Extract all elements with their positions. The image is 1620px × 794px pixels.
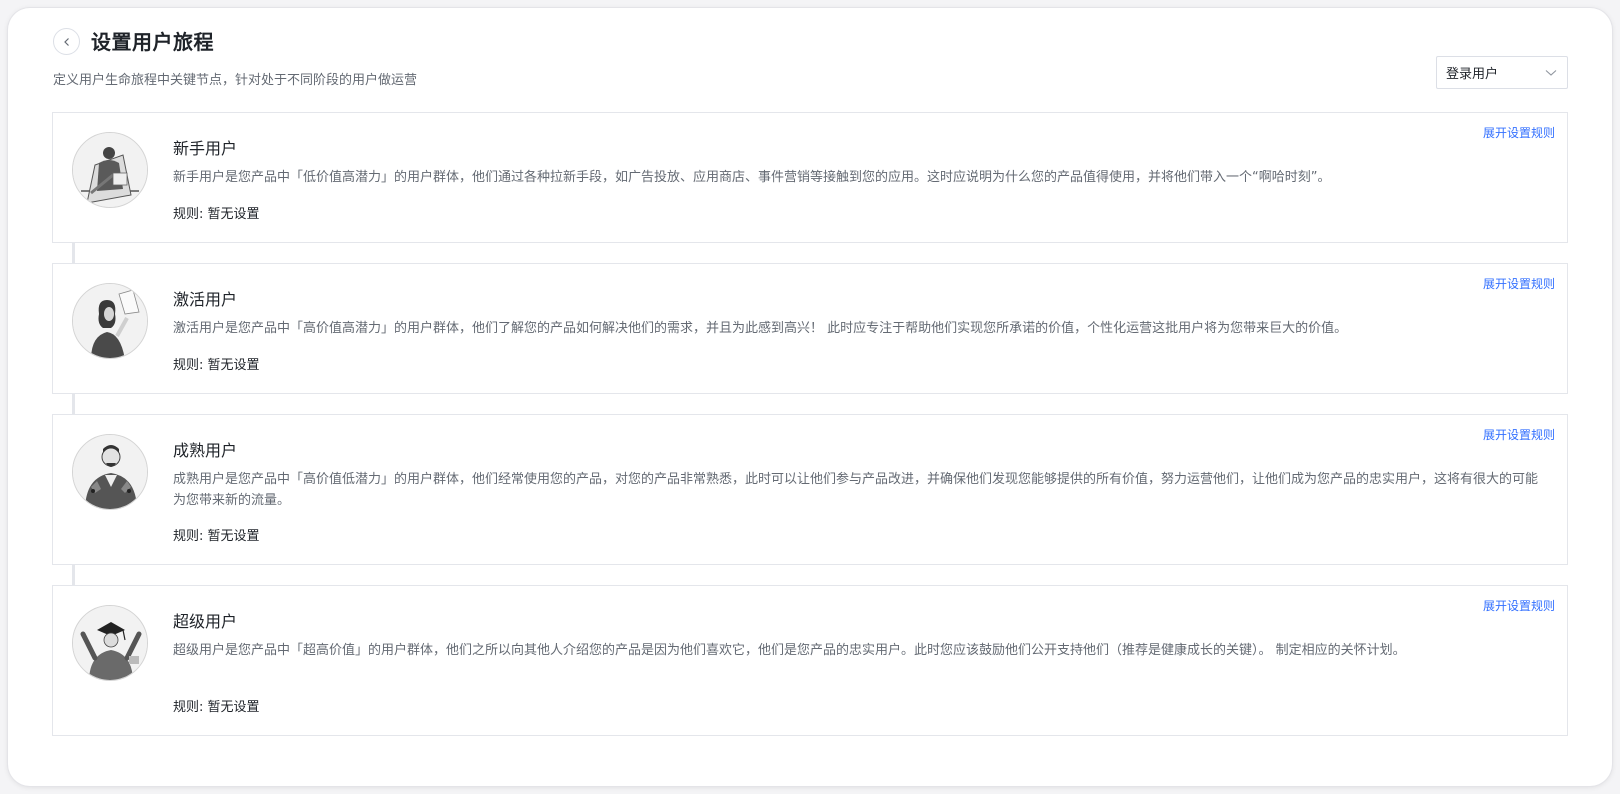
back-button[interactable]: [53, 28, 80, 55]
expand-rules-link[interactable]: 展开设置规则: [1483, 275, 1555, 292]
stage-card-activated: 激活用户 激活用户是您产品中「高价值高潜力」的用户群体，他们了解您的产品如何解决…: [52, 263, 1568, 394]
stage-name: 激活用户: [173, 290, 238, 309]
super-illustration: [72, 605, 148, 681]
page-title: 设置用户旅程: [91, 30, 214, 54]
expand-rules-link[interactable]: 展开设置规则: [1483, 597, 1555, 614]
page-subtitle: 定义用户生命旅程中关键节点，针对处于不同阶段的用户做运营: [53, 73, 418, 88]
user-type-select-value: 登录用户: [1446, 67, 1499, 82]
stage-rule: 规则: 暂无设置: [173, 358, 260, 373]
stage-connector: [72, 565, 75, 585]
stage-name: 超级用户: [173, 612, 238, 631]
stage-connector: [72, 394, 75, 414]
expand-rules-link[interactable]: 展开设置规则: [1483, 426, 1555, 443]
journey-settings-panel: 设置用户旅程 定义用户生命旅程中关键节点，针对处于不同阶段的用户做运营 登录用户: [8, 8, 1612, 786]
mature-illustration: [72, 434, 148, 510]
stage-description: 激活用户是您产品中「高价值高潜力」的用户群体，他们了解您的产品如何解决他们的需求…: [173, 321, 1348, 336]
stage-rule: 规则: 暂无设置: [173, 529, 260, 544]
expand-rules-link[interactable]: 展开设置规则: [1483, 124, 1555, 141]
chevron-left-icon: [63, 37, 69, 46]
activated-illustration: [72, 283, 148, 359]
stage-description: 超级用户是您产品中「超高价值」的用户群体，他们之所以向其他人介绍您的产品是因为他…: [173, 643, 1406, 658]
stage-description: 新手用户是您产品中「低价值高潜力」的用户群体，他们通过各种拉新手段，如广告投放、…: [173, 170, 1331, 185]
stage-rule: 规则: 暂无设置: [173, 207, 260, 222]
stage-name: 新手用户: [173, 139, 238, 158]
stage-rule: 规则: 暂无设置: [173, 700, 260, 715]
user-type-select[interactable]: 登录用户: [1436, 56, 1568, 89]
stage-name: 成熟用户: [173, 441, 238, 460]
stage-card-newbie: 新手用户 新手用户是您产品中「低价值高潜力」的用户群体，他们通过各种拉新手段，如…: [52, 112, 1568, 243]
journey-stage-list: 新手用户 新手用户是您产品中「低价值高潜力」的用户群体，他们通过各种拉新手段，如…: [52, 112, 1568, 736]
chevron-down-icon: [1545, 69, 1557, 76]
newbie-illustration: [72, 132, 148, 208]
stage-card-mature: 成熟用户 成熟用户是您产品中「高价值低潜力」的用户群体，他们经常使用您的产品，对…: [52, 414, 1568, 565]
stage-description: 成熟用户是您产品中「高价值低潜力」的用户群体，他们经常使用您的产品，对您的产品非…: [173, 472, 1539, 508]
stage-connector: [72, 243, 75, 263]
stage-card-super: 超级用户 超级用户是您产品中「超高价值」的用户群体，他们之所以向其他人介绍您的产…: [52, 585, 1568, 736]
